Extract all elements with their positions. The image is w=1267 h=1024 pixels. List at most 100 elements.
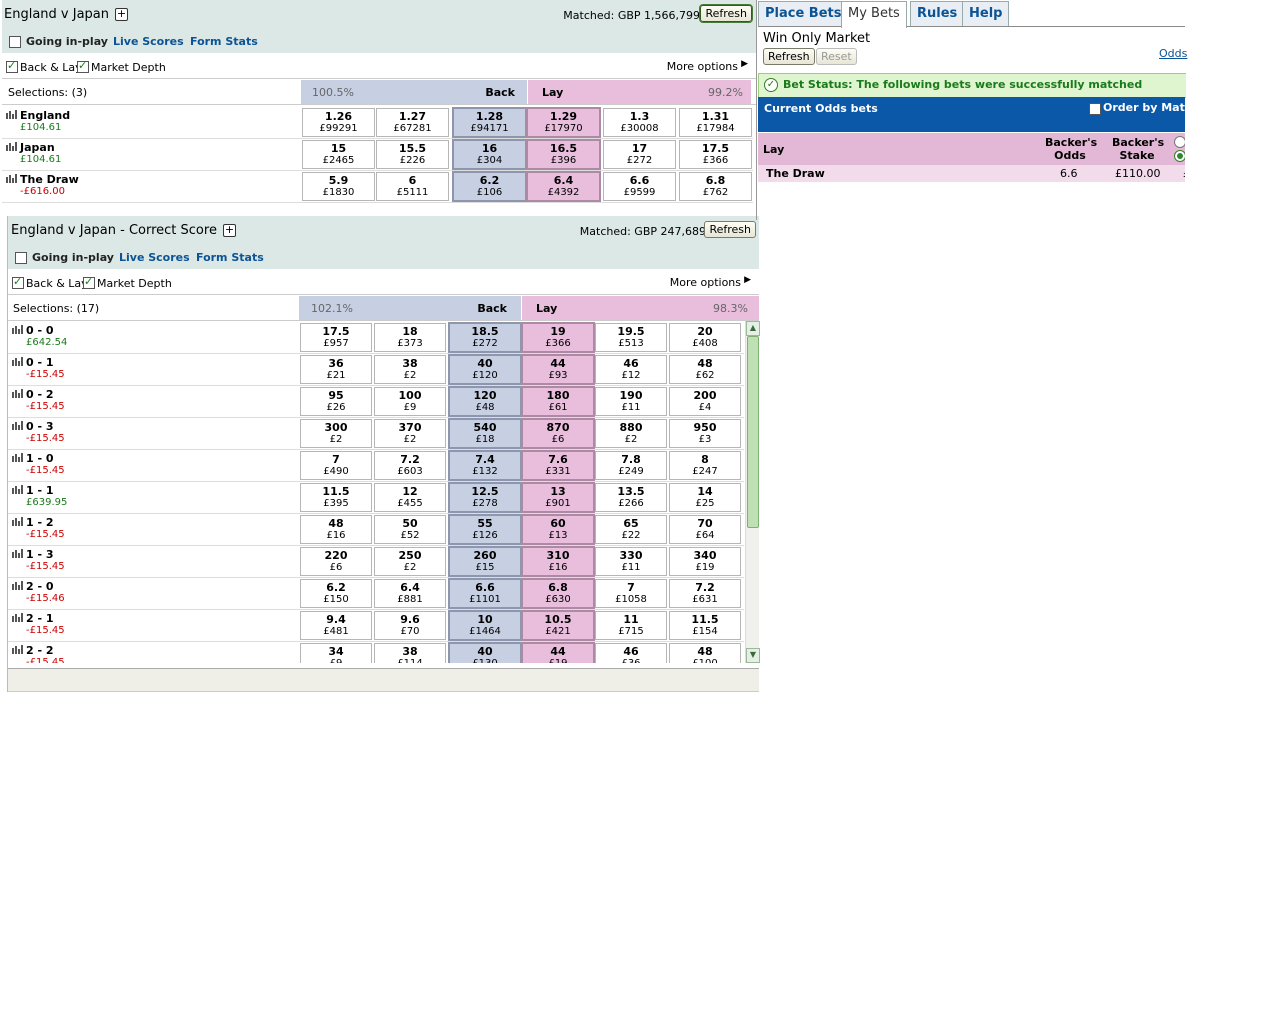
lay-price-cell[interactable]: 19.5 £513 xyxy=(595,323,667,352)
lay-price-cell[interactable]: 48£100 xyxy=(669,643,741,663)
best-back-price-cell[interactable]: 40 £120 xyxy=(448,354,522,385)
back-price-cell[interactable]: 220 £6 xyxy=(300,547,372,576)
best-lay-price-cell[interactable]: 180 £61 xyxy=(521,386,595,417)
best-lay-price-cell[interactable]: 13 £901 xyxy=(521,482,595,513)
best-back-price-cell[interactable]: 6.2 £106 xyxy=(452,171,527,202)
scroll-up-icon[interactable]: ▲ xyxy=(746,321,760,336)
best-lay-price-cell[interactable]: 44£19 xyxy=(521,642,595,663)
back-price-cell[interactable]: 38£114 xyxy=(374,643,446,663)
runner-list-viewport[interactable]: 0 - 0 £642.54 17.5 £957 18 £373 18.5 £272 19 £366… xyxy=(8,321,744,663)
chart-icon[interactable] xyxy=(6,142,17,151)
lay-price-cell[interactable]: 11 £715 xyxy=(595,611,667,640)
best-back-price-cell[interactable]: 7.4 £132 xyxy=(448,450,522,481)
going-inplay-checkbox[interactable] xyxy=(15,251,27,264)
chart-icon[interactable] xyxy=(6,110,17,119)
lay-price-cell[interactable]: 190 £11 xyxy=(595,387,667,416)
back-price-cell[interactable]: 5.9 £1830 xyxy=(302,172,375,201)
best-lay-price-cell[interactable]: 6.8 £630 xyxy=(521,578,595,609)
tab-rules[interactable]: Rules xyxy=(910,1,965,26)
more-options-link[interactable]: More options xyxy=(670,276,741,289)
lay-price-cell[interactable]: 200 £4 xyxy=(669,387,741,416)
back-price-cell[interactable]: 250 £2 xyxy=(374,547,446,576)
lay-price-cell[interactable]: 17.5 £366 xyxy=(679,140,752,169)
best-back-price-cell[interactable]: 18.5 £272 xyxy=(448,322,522,353)
back-price-cell[interactable]: 11.5 £395 xyxy=(300,483,372,512)
back-price-cell[interactable]: 50 £52 xyxy=(374,515,446,544)
best-back-price-cell[interactable]: 12.5 £278 xyxy=(448,482,522,513)
back-price-cell[interactable]: 15.5 £226 xyxy=(376,140,449,169)
chart-icon[interactable] xyxy=(12,453,23,462)
lay-price-cell[interactable]: 13.5 £266 xyxy=(595,483,667,512)
best-back-price-cell[interactable]: 6.6 £1101 xyxy=(448,578,522,609)
back-price-cell[interactable]: 6.2 £150 xyxy=(300,579,372,608)
best-lay-price-cell[interactable]: 6.4 £4392 xyxy=(526,171,601,202)
best-back-price-cell[interactable]: 40£130 xyxy=(448,642,522,663)
chart-icon[interactable] xyxy=(12,421,23,430)
back-price-cell[interactable]: 12 £455 xyxy=(374,483,446,512)
chart-icon[interactable] xyxy=(12,389,23,398)
chart-icon[interactable] xyxy=(6,174,17,183)
best-lay-price-cell[interactable]: 1.29 £17970 xyxy=(526,107,601,138)
best-back-price-cell[interactable]: 10 £1464 xyxy=(448,610,522,641)
chart-icon[interactable] xyxy=(12,485,23,494)
lay-price-cell[interactable]: 7 £1058 xyxy=(595,579,667,608)
lay-price-cell[interactable]: 7.2 £631 xyxy=(669,579,741,608)
scroll-down-icon[interactable]: ▼ xyxy=(746,648,760,663)
chart-icon[interactable] xyxy=(12,581,23,590)
best-back-price-cell[interactable]: 1.28 £94171 xyxy=(452,107,527,138)
back-price-cell[interactable]: 6 £5111 xyxy=(376,172,449,201)
lay-price-cell[interactable]: 880 £2 xyxy=(595,419,667,448)
back-price-cell[interactable]: 9.4 £481 xyxy=(300,611,372,640)
lay-price-cell[interactable]: 14 £25 xyxy=(669,483,741,512)
best-lay-price-cell[interactable]: 7.6 £331 xyxy=(521,450,595,481)
tab-place-bets[interactable]: Place Bets xyxy=(758,1,849,26)
refresh-button[interactable]: Refresh xyxy=(704,221,756,238)
chart-icon[interactable] xyxy=(12,325,23,334)
lay-price-cell[interactable]: 20 £408 xyxy=(669,323,741,352)
refresh-button[interactable]: Refresh xyxy=(699,4,753,23)
chart-icon[interactable] xyxy=(12,645,23,654)
best-back-price-cell[interactable]: 120 £48 xyxy=(448,386,522,417)
lay-price-cell[interactable]: 11.5 £154 xyxy=(669,611,741,640)
chart-icon[interactable] xyxy=(12,517,23,526)
add-market-icon[interactable]: + xyxy=(115,8,128,21)
back-lay-checkbox[interactable] xyxy=(12,275,24,289)
more-options-link[interactable]: More options xyxy=(667,60,738,73)
best-lay-price-cell[interactable]: 310 £16 xyxy=(521,546,595,577)
scroll-thumb[interactable] xyxy=(747,336,759,528)
back-price-cell[interactable]: 15 £2465 xyxy=(302,140,375,169)
tab-my-bets[interactable]: My Bets xyxy=(841,1,907,28)
lay-price-cell[interactable]: 7.8 £249 xyxy=(595,451,667,480)
best-back-price-cell[interactable]: 260 £15 xyxy=(448,546,522,577)
back-price-cell[interactable]: 7.2 £603 xyxy=(374,451,446,480)
radio-option-1[interactable] xyxy=(1174,136,1185,148)
going-inplay-checkbox[interactable] xyxy=(9,35,21,48)
lay-price-cell[interactable]: 48 £62 xyxy=(669,355,741,384)
back-price-cell[interactable]: 18 £373 xyxy=(374,323,446,352)
lay-price-cell[interactable]: 1.3 £30008 xyxy=(603,108,676,137)
lay-price-cell[interactable]: 6.6 £9599 xyxy=(603,172,676,201)
lay-price-cell[interactable]: 340 £19 xyxy=(669,547,741,576)
radio-option-2[interactable] xyxy=(1174,150,1185,162)
lay-price-cell[interactable]: 950 £3 xyxy=(669,419,741,448)
add-market-icon[interactable]: + xyxy=(222,224,236,237)
lay-price-cell[interactable]: 70 £64 xyxy=(669,515,741,544)
back-price-cell[interactable]: 38 £2 xyxy=(374,355,446,384)
market-depth-checkbox[interactable] xyxy=(83,275,95,289)
best-lay-price-cell[interactable]: 870 £6 xyxy=(521,418,595,449)
market-title[interactable]: England v Japan + xyxy=(4,7,128,22)
back-price-cell[interactable]: 9.6 £70 xyxy=(374,611,446,640)
back-price-cell[interactable]: 1.27 £67281 xyxy=(376,108,449,137)
tab-help[interactable]: Help xyxy=(962,1,1010,26)
chart-icon[interactable] xyxy=(12,357,23,366)
back-lay-checkbox[interactable] xyxy=(6,59,18,73)
chart-icon[interactable] xyxy=(12,613,23,622)
lay-price-cell[interactable]: 17 £272 xyxy=(603,140,676,169)
back-price-cell[interactable]: 1.26 £99291 xyxy=(302,108,375,137)
lay-price-cell[interactable]: 6.8 £762 xyxy=(679,172,752,201)
back-price-cell[interactable]: 7 £490 xyxy=(300,451,372,480)
back-price-cell[interactable]: 300 £2 xyxy=(300,419,372,448)
back-price-cell[interactable]: 48 £16 xyxy=(300,515,372,544)
live-scores-link[interactable]: Live Scores xyxy=(119,251,190,264)
lay-price-cell[interactable]: 330 £11 xyxy=(595,547,667,576)
